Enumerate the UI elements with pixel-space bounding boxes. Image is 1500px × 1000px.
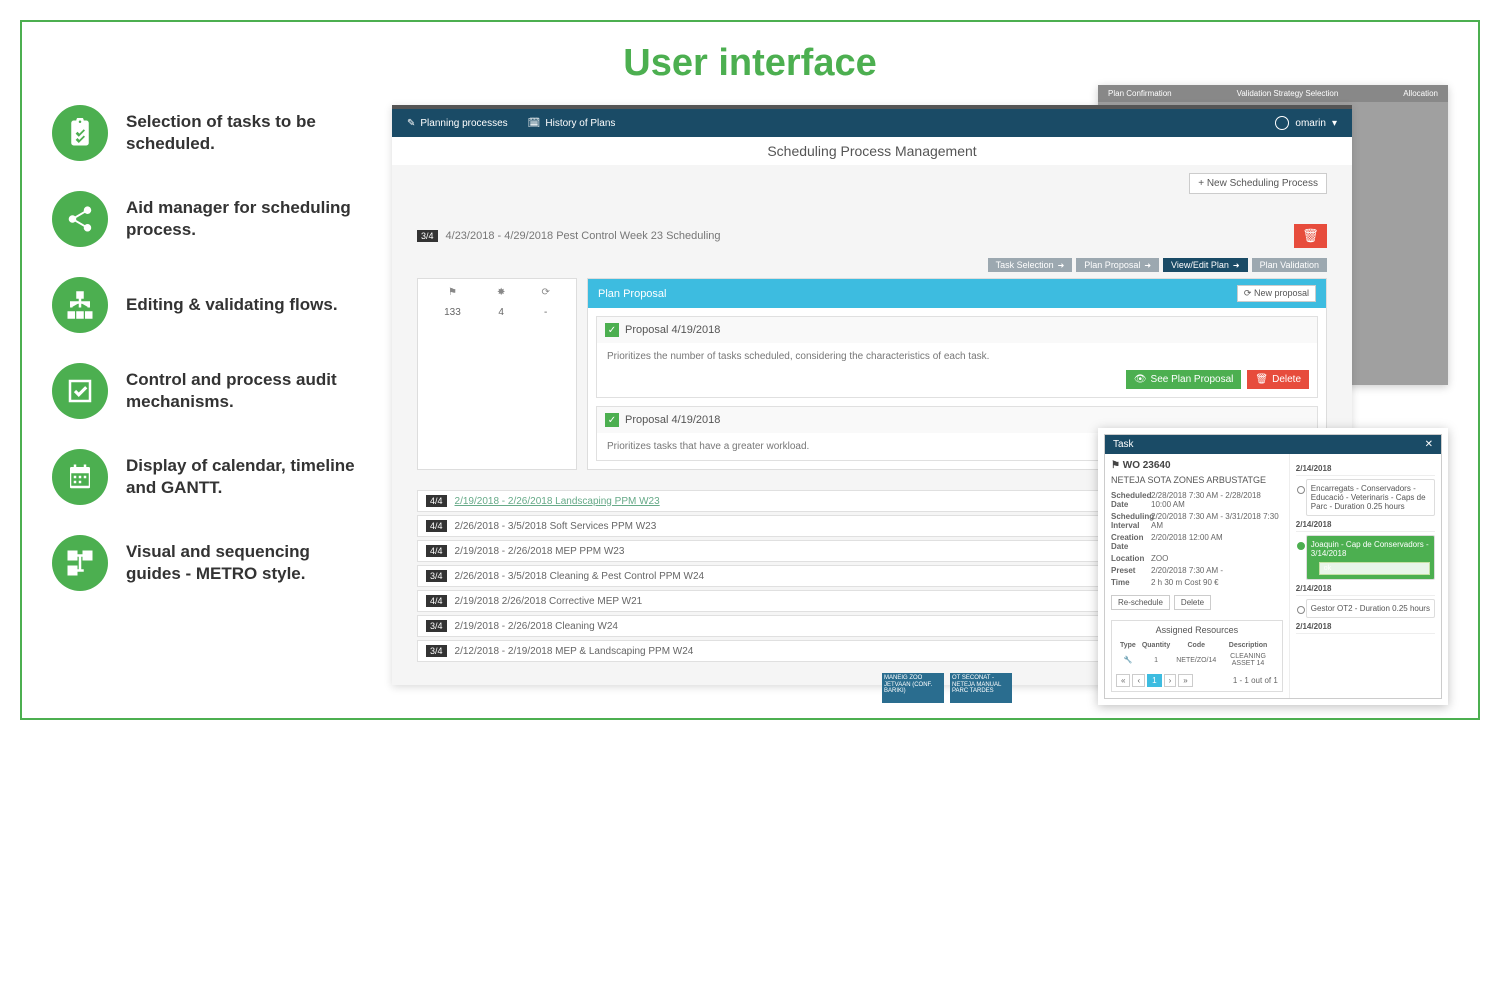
work-order-name: NETEJA SOTA ZONES ARBUSTATGE <box>1111 475 1283 485</box>
new-scheduling-process-button[interactable]: + New Scheduling Process <box>1189 173 1327 194</box>
trash-icon: 🗑 <box>1302 228 1319 243</box>
pager-prev[interactable]: ‹ <box>1132 674 1145 687</box>
check-icon: ✓ <box>605 413 619 427</box>
avatar-icon <box>1275 116 1289 130</box>
gantt-card[interactable]: OT SECONAT - NETEJA MANUAL PARC TARDES <box>950 673 1012 703</box>
calendar-small-icon: 🗓 <box>528 118 541 129</box>
wrench-icon: 🔧 <box>1118 652 1138 668</box>
arrow-right-icon: ➜ <box>1144 261 1151 270</box>
pager-first[interactable]: « <box>1116 674 1130 687</box>
close-icon[interactable]: ✕ <box>1425 439 1433 450</box>
pager-current[interactable]: 1 <box>1147 674 1161 687</box>
eye-icon: 👁 <box>1134 374 1147 385</box>
pager-last[interactable]: » <box>1178 674 1192 687</box>
stat-value: 133 <box>444 307 461 318</box>
feature-text: Selection of tasks to be scheduled. <box>126 111 362 155</box>
flag-icon: ⚑ <box>444 287 461 303</box>
calendar-icon <box>52 449 108 505</box>
overlay-tab[interactable]: Plan Confirmation <box>1102 87 1178 100</box>
new-proposal-button[interactable]: ⟳ New proposal <box>1237 285 1316 302</box>
pager-info: 1 - 1 out of 1 <box>1233 676 1278 685</box>
timeline-note: ok <box>1319 562 1430 575</box>
timeline: 2/14/2018 Encarregats - Conservadors - E… <box>1296 464 1435 634</box>
resource-row: 🔧 1 NETE/ZO/14 CLEANING ASSET 14 <box>1118 652 1276 668</box>
feature-text: Control and process audit mechanisms. <box>126 369 362 413</box>
refresh-icon: ⟳ <box>1244 288 1252 298</box>
timeline-date: 2/14/2018 <box>1296 622 1435 634</box>
workflow-tabs: Task Selection➜ Plan Proposal➜ View/Edit… <box>417 258 1327 272</box>
task-dialog-title: Task <box>1113 439 1134 450</box>
feature-aid-manager: Aid manager for scheduling process. <box>52 191 362 247</box>
assigned-resources: Assigned Resources Type Quantity Code De… <box>1111 620 1283 692</box>
feature-text: Editing & validating flows. <box>126 294 338 316</box>
feature-tasks: Selection of tasks to be scheduled. <box>52 105 362 161</box>
delete-task-button[interactable]: Delete <box>1174 595 1211 610</box>
delete-process-button[interactable]: 🗑 <box>1294 224 1327 248</box>
feature-list: Selection of tasks to be scheduled. Aid … <box>52 105 362 665</box>
proposal-card: ✓ Proposal 4/19/2018 Prioritizes the num… <box>596 316 1318 398</box>
check-icon: ✓ <box>605 323 619 337</box>
pencil-icon: ✎ <box>407 118 415 129</box>
drop-icon: ✸ <box>497 287 505 303</box>
check-square-icon <box>52 363 108 419</box>
gantt-cards: MANEIG ZOO JETVAAN (CONF. BARIKI) OT SEC… <box>882 673 1012 703</box>
proposal-title: Proposal 4/19/2018 <box>625 324 720 336</box>
nav-planning-processes[interactable]: ✎ Planning processes <box>407 118 508 129</box>
reschedule-button[interactable]: Re-schedule <box>1111 595 1170 610</box>
share-icon <box>52 191 108 247</box>
pager: « ‹ 1 › » 1 - 1 out of 1 <box>1116 674 1278 687</box>
user-menu[interactable]: omarin ▾ <box>1275 116 1337 130</box>
feature-metro: Visual and sequencing guides - METRO sty… <box>52 535 362 591</box>
task-detail-popup: Task ✕ ⚑ WO 23640 NETEJA SOTA ZONES ARBU… <box>1098 428 1448 705</box>
timeline-date: 2/14/2018 <box>1296 464 1435 476</box>
feature-text: Display of calendar, timeline and GANTT. <box>126 455 362 499</box>
process-badge: 3/4 <box>417 230 438 242</box>
overlay-tab[interactable]: Validation Strategy Selection <box>1231 87 1345 100</box>
tab-plan-proposal[interactable]: Plan Proposal➜ <box>1076 258 1159 272</box>
gantt-card[interactable]: MANEIG ZOO JETVAAN (CONF. BARIKI) <box>882 673 944 703</box>
timeline-item[interactable]: Encarregats - Conservadors - Educació - … <box>1306 479 1435 516</box>
app-page-title: Scheduling Process Management <box>392 137 1352 165</box>
chevron-down-icon: ▾ <box>1332 118 1337 129</box>
stats-panel: ⚑ 133 ✸ 4 ⟳ - <box>417 278 577 470</box>
delete-proposal-button[interactable]: 🗑 Delete <box>1247 370 1309 389</box>
feature-text: Visual and sequencing guides - METRO sty… <box>126 541 362 585</box>
see-plan-proposal-button[interactable]: 👁 See Plan Proposal <box>1126 370 1242 389</box>
timeline-date: 2/14/2018 <box>1296 520 1435 532</box>
tab-task-selection[interactable]: Task Selection➜ <box>988 258 1073 272</box>
feature-text: Aid manager for scheduling process. <box>126 197 362 241</box>
feature-calendar: Display of calendar, timeline and GANTT. <box>52 449 362 505</box>
arrow-right-icon: ➜ <box>1233 261 1240 270</box>
stat-value: - <box>542 307 550 318</box>
timeline-item-active[interactable]: Joaquin - Cap de Conservadors - 3/14/201… <box>1306 535 1435 580</box>
tab-view-edit-plan[interactable]: View/Edit Plan➜ <box>1163 258 1248 272</box>
screenshot-area: ✎ Planning processes 🗓 History of Plans … <box>392 105 1448 665</box>
stat-value: 4 <box>497 307 505 318</box>
proposal-description: Prioritizes the number of tasks schedule… <box>597 343 1317 370</box>
panel-title: Plan Proposal <box>598 288 667 300</box>
pager-next[interactable]: › <box>1164 674 1177 687</box>
page-title: User interface <box>52 42 1448 85</box>
feature-editing: Editing & validating flows. <box>52 277 362 333</box>
resources-title: Assigned Resources <box>1116 625 1278 635</box>
refresh-icon: ⟳ <box>542 287 550 303</box>
flow-icon <box>52 535 108 591</box>
overlay-tab[interactable]: Allocation <box>1397 87 1444 100</box>
timeline-date: 2/14/2018 <box>1296 584 1435 596</box>
nav-history-plans[interactable]: 🗓 History of Plans <box>528 118 616 129</box>
app-topbar: ✎ Planning processes 🗓 History of Plans … <box>392 109 1352 137</box>
trash-icon: 🗑 <box>1255 374 1268 385</box>
hierarchy-icon <box>52 277 108 333</box>
proposal-title: Proposal 4/19/2018 <box>625 414 720 426</box>
arrow-right-icon: ➜ <box>1058 261 1065 270</box>
timeline-item[interactable]: Gestor OT2 - Duration 0.25 hours <box>1306 599 1435 618</box>
clipboard-icon <box>52 105 108 161</box>
work-order-id: ⚑ WO 23640 <box>1111 460 1283 471</box>
tab-plan-validation[interactable]: Plan Validation <box>1252 258 1327 272</box>
process-title: 4/23/2018 - 4/29/2018 Pest Control Week … <box>446 230 721 242</box>
feature-audit: Control and process audit mechanisms. <box>52 363 362 419</box>
